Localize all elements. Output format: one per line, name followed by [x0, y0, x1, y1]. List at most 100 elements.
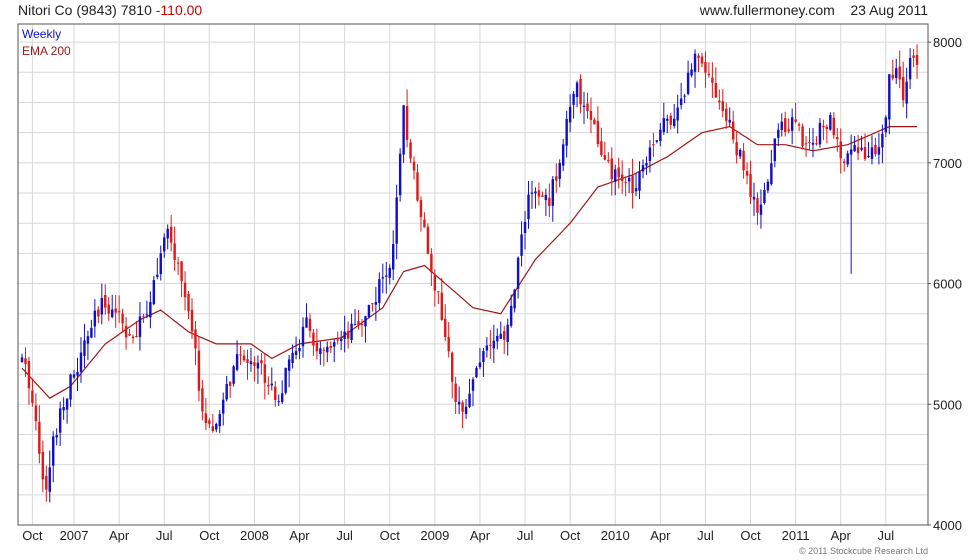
candle-body [149, 301, 152, 318]
candle-body [579, 78, 582, 105]
candle-body [412, 161, 416, 171]
candle-body [770, 163, 773, 185]
candle-body [468, 393, 471, 407]
candle-body [808, 142, 811, 144]
candle-body [711, 77, 714, 83]
candle-body [142, 316, 145, 318]
candle-body [27, 360, 31, 389]
ema-path [21, 125, 918, 399]
candle-body [48, 467, 51, 492]
candle-body [20, 357, 24, 362]
x-tick-label: Oct [22, 528, 43, 543]
candle-body [839, 141, 842, 159]
x-tick-label: Jul [697, 528, 714, 543]
candle-body [471, 379, 475, 391]
candle-body [353, 324, 357, 326]
candle-body [589, 110, 593, 120]
candle-body [145, 314, 149, 316]
candle-body [249, 361, 253, 365]
candle-body [253, 362, 256, 366]
candle-body [603, 155, 607, 160]
candle-body [222, 399, 225, 414]
candle-body [235, 354, 239, 370]
candle-body [676, 107, 679, 121]
candle-body [638, 171, 641, 191]
candle-body [863, 147, 867, 159]
candle-body [86, 336, 90, 344]
x-tick-label: 2008 [240, 528, 269, 543]
candle-body [72, 374, 76, 378]
candle-body [41, 451, 45, 480]
candle-body [69, 374, 72, 400]
candle-body [315, 342, 319, 352]
candle-body [485, 345, 489, 351]
candle-body [447, 336, 450, 352]
candle-body [912, 55, 915, 58]
candle-body [565, 118, 568, 146]
candle-body [610, 158, 613, 180]
x-tick-label: Apr [289, 528, 310, 543]
candle-body [197, 350, 201, 391]
candle-body [745, 171, 749, 176]
y-tick-label: 7000 [933, 156, 962, 171]
candle-body [100, 298, 104, 315]
candle-body [530, 192, 534, 194]
candle-body [346, 330, 350, 339]
candle-body [339, 338, 343, 342]
x-tick-label: Oct [560, 528, 581, 543]
candle-body [773, 138, 777, 162]
candle-body [246, 359, 249, 363]
candle-body [645, 163, 648, 166]
candle-body [437, 291, 440, 293]
candle-body [718, 100, 721, 103]
candle-body [763, 189, 766, 204]
candle-body [52, 436, 55, 466]
candle-body [825, 126, 829, 130]
candle-body [686, 72, 690, 94]
candle-body [107, 304, 110, 314]
candle-body [877, 147, 881, 155]
candle-body [895, 68, 898, 79]
candle-body [541, 195, 544, 197]
candle-body [575, 82, 579, 97]
candle-body [756, 198, 759, 213]
candle-body [326, 346, 329, 353]
candle-body [759, 204, 763, 215]
candle-body [38, 421, 41, 454]
candle-body [194, 329, 197, 349]
candle-body [849, 149, 853, 155]
candle-body [596, 121, 600, 145]
candle-body [135, 335, 138, 338]
x-tick-label: Jul [878, 528, 895, 543]
plot-frame [17, 23, 929, 526]
candle-body [367, 305, 371, 317]
candle-body [631, 175, 634, 194]
candle-body [159, 253, 162, 275]
candle-body [104, 295, 107, 308]
candle-body [787, 129, 790, 132]
grid [18, 24, 928, 526]
candle-body [280, 393, 284, 402]
candle-body [208, 420, 211, 424]
x-tick-label: 2007 [60, 528, 89, 543]
candle-body [405, 106, 409, 141]
candle-body [308, 318, 312, 331]
candle-body [138, 316, 142, 337]
candle-body [391, 244, 395, 270]
candle-body [444, 318, 447, 338]
candle-body [218, 414, 221, 427]
candle-body [263, 364, 267, 383]
candle-body [534, 191, 537, 194]
candle-body [274, 386, 277, 401]
candle-body [388, 267, 391, 278]
candle-body [496, 335, 499, 342]
x-tick-label: Jul [517, 528, 534, 543]
candle-body [738, 149, 742, 157]
candle-body [433, 275, 437, 291]
candle-body [291, 352, 294, 363]
candle-body [790, 117, 794, 131]
candle-body [55, 435, 58, 438]
candle-body [797, 124, 801, 126]
candle-body [58, 408, 62, 433]
candle-body [832, 117, 836, 136]
